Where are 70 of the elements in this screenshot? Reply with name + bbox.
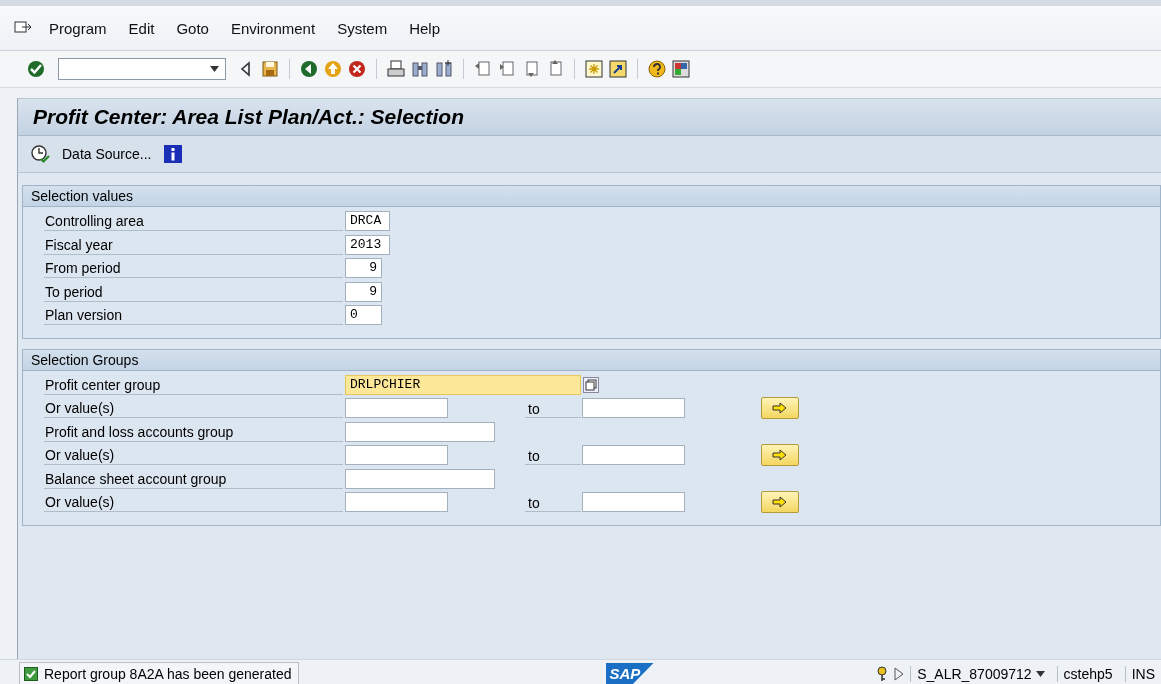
- status-text: Report group 8A2A has been generated: [44, 666, 292, 682]
- field-label: Fiscal year: [44, 234, 343, 255]
- field-label: Or value(s): [44, 445, 343, 466]
- menu-item[interactable]: Program: [36, 19, 116, 37]
- input-field[interactable]: [582, 398, 685, 419]
- binoculars-plus-icon[interactable]: [434, 59, 454, 79]
- arrow-right-icon: [772, 402, 788, 415]
- back-icon[interactable]: [299, 59, 319, 79]
- field-label: To period: [44, 281, 343, 302]
- screen-title: Profit Center: Area List Plan/Act.: Selection: [18, 99, 1161, 136]
- save-icon[interactable]: [260, 59, 280, 79]
- arrow-right-icon: [772, 496, 788, 509]
- help-icon[interactable]: [647, 59, 667, 79]
- multiple-selection-button[interactable]: [761, 444, 799, 467]
- system-menu-icon[interactable]: [14, 20, 32, 36]
- logo: SAP: [605, 663, 654, 684]
- input-field[interactable]: [582, 492, 685, 513]
- binoculars-icon[interactable]: [410, 59, 430, 79]
- field-label: Profit center group: [44, 374, 343, 395]
- input-field[interactable]: [345, 492, 448, 513]
- input-field[interactable]: [345, 445, 448, 466]
- field-label: Or value(s): [44, 492, 343, 513]
- input-field[interactable]: [345, 468, 495, 489]
- multiple-selection-button[interactable]: [761, 491, 799, 514]
- key-icon: [876, 666, 889, 682]
- input-field[interactable]: [345, 398, 448, 419]
- dropdown-caret-icon[interactable]: [210, 66, 219, 72]
- print-icon[interactable]: [386, 59, 406, 79]
- field-label: to: [525, 492, 581, 513]
- command-field[interactable]: [58, 58, 226, 80]
- menu-item[interactable]: Goto: [163, 19, 218, 37]
- group-box-title: Selection values: [23, 186, 1160, 207]
- dropdown-caret-icon[interactable]: [1035, 671, 1045, 677]
- field-label: to: [525, 445, 581, 466]
- menu-item[interactable]: Help: [396, 19, 449, 37]
- shortcut-icon[interactable]: [608, 59, 628, 79]
- enter-check-icon[interactable]: [26, 59, 46, 79]
- field-label: to: [525, 398, 581, 419]
- user-name: cstehp5: [1056, 666, 1119, 682]
- menu-item[interactable]: Environment: [217, 19, 325, 37]
- input-field[interactable]: 2013: [345, 234, 390, 255]
- insert-mode: INS: [1124, 666, 1161, 682]
- input-field[interactable]: 9: [345, 281, 382, 302]
- program-name[interactable]: S_ALR_87009712: [910, 666, 1051, 682]
- group-box-title: Selection Groups: [23, 349, 1160, 371]
- input-field[interactable]: 9: [345, 258, 382, 279]
- multiple-selection-button[interactable]: [761, 397, 799, 420]
- field-label: From period: [44, 258, 343, 279]
- field-label: Balance sheet account group: [44, 468, 343, 489]
- layout-icon[interactable]: [671, 59, 691, 79]
- multiple-selection-icon[interactable]: [583, 376, 599, 393]
- info-icon[interactable]: [163, 145, 182, 163]
- input-field[interactable]: [582, 445, 685, 466]
- field-label: Profit and loss accounts group: [44, 421, 343, 442]
- input-field[interactable]: DRCA: [345, 211, 390, 232]
- page-arrow-icon[interactable]: [473, 59, 493, 79]
- cancel-icon[interactable]: [347, 59, 367, 79]
- field-label: Controlling area: [44, 211, 343, 232]
- triangle-right-icon[interactable]: [894, 667, 905, 681]
- input-field[interactable]: 0: [345, 305, 382, 326]
- menu-item[interactable]: System: [324, 19, 397, 37]
- page-arrow-icon[interactable]: [497, 59, 517, 79]
- clock-check-icon: [30, 144, 50, 164]
- data-source-button[interactable]: Data Source...: [28, 142, 154, 166]
- input-field[interactable]: DRLPCHIER: [345, 374, 581, 395]
- arrow-right-icon: [772, 449, 788, 462]
- field-label: Or value(s): [44, 398, 343, 419]
- field-label: Plan version: [44, 305, 343, 326]
- input-field[interactable]: [345, 421, 495, 442]
- menu-item[interactable]: Edit: [115, 19, 164, 37]
